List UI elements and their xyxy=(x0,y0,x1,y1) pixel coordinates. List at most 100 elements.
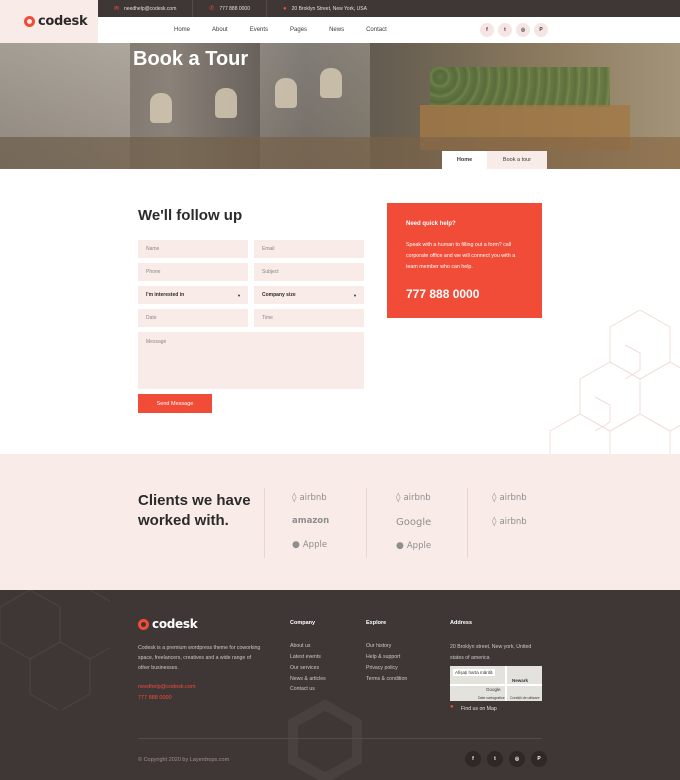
breadcrumb-home[interactable]: Home xyxy=(442,151,487,169)
twitter-icon[interactable]: t xyxy=(498,23,512,37)
map-terms-label[interactable]: Condiții de utilizare xyxy=(510,696,540,700)
map-embed[interactable]: Afișați harta mărită Newark Google Date … xyxy=(450,666,542,701)
hero-chair xyxy=(215,88,237,118)
copyright: © Copyright 2020 by Layerdrops.com xyxy=(138,757,230,763)
find-us-on-map-link[interactable]: Find us on Map xyxy=(461,706,497,712)
hero-chair xyxy=(150,93,172,123)
client-logo-google: Google xyxy=(396,517,431,528)
quick-help-box: Need quick help? Speak with a human to f… xyxy=(387,203,542,318)
message-textarea[interactable]: Message xyxy=(138,332,364,389)
footer-link-contact[interactable]: Contact us xyxy=(290,686,315,692)
subject-input[interactable]: Subject xyxy=(254,263,364,281)
pinterest-icon[interactable]: P xyxy=(534,23,548,37)
caret-down-icon: ▼ xyxy=(237,292,241,298)
client-name: airbnb xyxy=(499,493,527,503)
hexagon-watermark xyxy=(288,700,362,780)
apple-icon: ● xyxy=(292,540,300,550)
topbar-address: ● 20 Broklyn Street, New York, USA xyxy=(267,0,383,17)
divider xyxy=(366,488,367,558)
footer-explore-title: Explore xyxy=(366,620,387,626)
nav-events[interactable]: Events xyxy=(250,27,268,33)
client-name: Apple xyxy=(302,540,328,550)
topbar-email-text[interactable]: needhelp@codesk.com xyxy=(124,6,176,12)
footer-link-about[interactable]: About us xyxy=(290,643,310,649)
client-logo-airbnb: ◊ airbnb xyxy=(396,493,431,503)
nav-news[interactable]: News xyxy=(329,27,344,33)
map-google-label: Google xyxy=(486,687,501,692)
map-pin-icon: ● xyxy=(450,704,454,710)
logo-icon xyxy=(24,16,35,27)
clients-title: Clients we have worked with. xyxy=(138,492,251,529)
phone-input[interactable]: Phone xyxy=(138,263,248,281)
footer-logo-text: codesk xyxy=(152,617,198,631)
send-message-button[interactable]: Send Message xyxy=(138,394,212,413)
form-title: We'll follow up xyxy=(138,207,243,224)
hero-chair xyxy=(275,78,297,108)
instagram-icon[interactable]: ◎ xyxy=(516,23,530,37)
page-title: Book a Tour xyxy=(133,48,249,70)
map-enlarge-link[interactable]: Afișați harta mărită xyxy=(453,669,495,676)
client-logo-airbnb: ◊ airbnb xyxy=(292,493,327,503)
hero-plants xyxy=(430,67,610,107)
hero-floor xyxy=(0,137,680,169)
map-road xyxy=(450,684,542,686)
footer-link-events[interactable]: Latest events xyxy=(290,654,321,660)
clients-section: Clients we have worked with. ◊ airbnb ama… xyxy=(0,454,680,590)
footer-link-history[interactable]: Our history xyxy=(366,643,391,649)
client-name: Apple xyxy=(406,541,432,551)
airbnb-icon: ◊ xyxy=(292,493,297,503)
twitter-icon[interactable]: t xyxy=(487,751,503,767)
divider xyxy=(467,488,468,558)
footer-link-services[interactable]: Our services xyxy=(290,665,319,671)
company-size-select[interactable]: Company size ▼ xyxy=(254,286,364,304)
footer-email[interactable]: needhelp@codesk.com xyxy=(138,684,196,690)
pinterest-icon[interactable]: P xyxy=(531,751,547,767)
map-pin-icon: ● xyxy=(283,5,287,12)
help-text: Speak with a human to filling out a form… xyxy=(406,242,516,270)
company-size-select-value: Company size xyxy=(262,292,296,298)
nav-contact[interactable]: Contact xyxy=(366,27,387,33)
interest-select-value: I'm interested in xyxy=(146,292,185,298)
top-info-bar: ✉ needhelp@codesk.com ✆ 777 888 0000 ● 20 B… xyxy=(98,0,680,17)
footer-link-privacy[interactable]: Privacy policy xyxy=(366,665,398,671)
footer-logo[interactable]: codesk xyxy=(138,617,198,631)
footer-link-help[interactable]: Help & support xyxy=(366,654,400,660)
client-logo-amazon: amazon xyxy=(292,516,329,526)
footer-phone[interactable]: 777 888 0000 xyxy=(138,695,172,701)
client-logo-apple: ● Apple xyxy=(396,541,431,551)
logo-text: codesk xyxy=(38,14,88,29)
name-input[interactable]: Name xyxy=(138,240,248,258)
date-input[interactable]: Date xyxy=(138,309,248,327)
logo[interactable]: codesk xyxy=(0,0,98,43)
client-logo-airbnb: ◊ airbnb xyxy=(492,517,527,527)
facebook-icon[interactable]: f xyxy=(465,751,481,767)
instagram-icon[interactable]: ◎ xyxy=(509,751,525,767)
topbar-phone-text[interactable]: 777 888 0000 xyxy=(219,6,250,12)
footer: codesk Codesk is a premium wordpress the… xyxy=(0,590,680,780)
client-name: airbnb xyxy=(403,493,431,503)
nav-about[interactable]: About xyxy=(212,27,228,33)
email-input[interactable]: Email xyxy=(254,240,364,258)
nav-pages[interactable]: Pages xyxy=(290,27,307,33)
client-logo-apple: ● Apple xyxy=(292,540,327,550)
footer-address: 20 Broklyn street, New york, United stat… xyxy=(450,644,532,661)
envelope-icon: ✉ xyxy=(114,6,120,12)
footer-link-news[interactable]: News & articles xyxy=(290,676,326,682)
footer-divider xyxy=(138,738,542,739)
airbnb-icon: ◊ xyxy=(492,493,497,503)
footer-company-title: Company xyxy=(290,620,316,626)
nav-home[interactable]: Home xyxy=(174,27,190,33)
breadcrumb-current: Book a tour xyxy=(487,151,547,169)
map-data-label: Date cartografice xyxy=(478,696,505,700)
topbar-phone[interactable]: ✆ 777 888 0000 xyxy=(193,0,267,17)
footer-link-terms[interactable]: Terms & condition xyxy=(366,676,407,682)
phone-icon: ✆ xyxy=(209,6,215,12)
airbnb-icon: ◊ xyxy=(396,493,401,503)
time-input[interactable]: Time xyxy=(254,309,364,327)
interest-select[interactable]: I'm interested in ▼ xyxy=(138,286,248,304)
help-phone[interactable]: 777 888 0000 xyxy=(406,287,523,301)
facebook-icon[interactable]: f xyxy=(480,23,494,37)
client-name: amazon xyxy=(292,516,330,526)
topbar-email[interactable]: ✉ needhelp@codesk.com xyxy=(98,0,194,17)
hexagon-pattern xyxy=(549,310,680,455)
